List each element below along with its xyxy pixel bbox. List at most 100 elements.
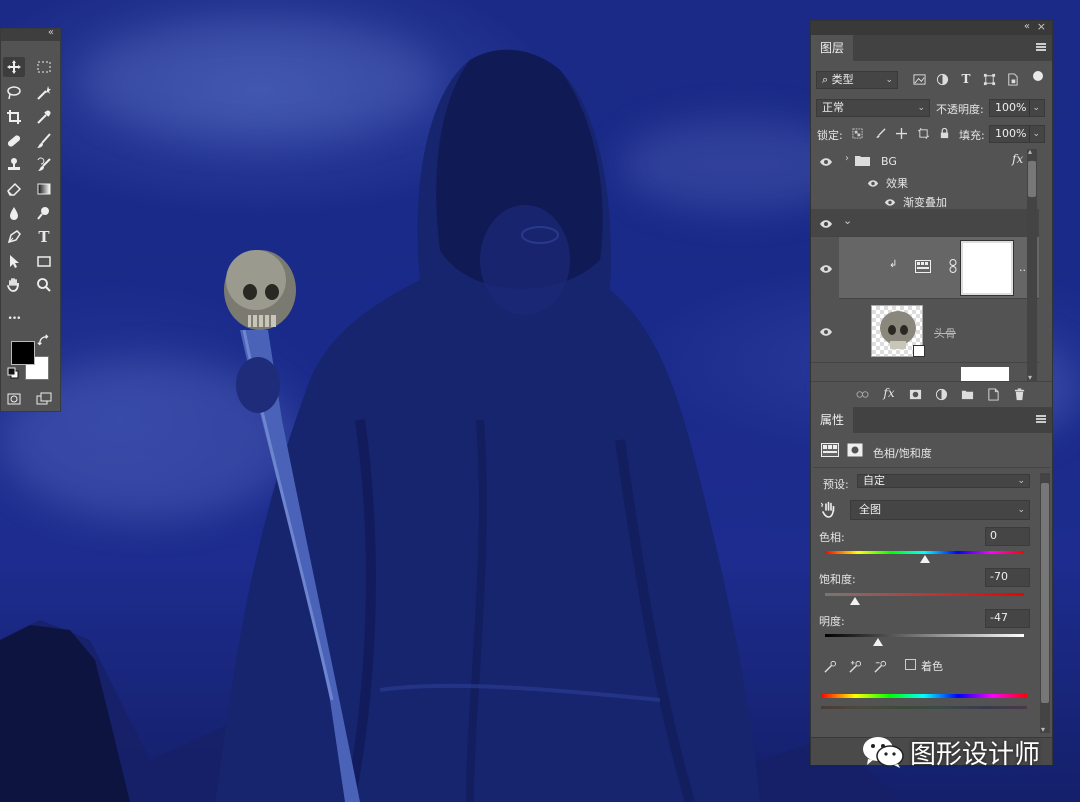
quick-mask-icon[interactable] [3, 389, 25, 409]
properties-panel-menu-icon[interactable] [1036, 415, 1046, 423]
lock-artboard-icon[interactable] [917, 127, 929, 139]
add-layer-style-icon[interactable]: fx [882, 386, 896, 400]
hue-field[interactable]: 0 [985, 527, 1030, 546]
lightness-field[interactable]: -47 [985, 609, 1030, 628]
layer-row-bg[interactable]: › BG fx 效果 渐变叠加 [811, 149, 1039, 209]
layer-row-hue-saturation[interactable]: ↲ ... [811, 237, 1039, 299]
preset-select[interactable]: 自定 ⌄ [857, 474, 1030, 488]
saturation-slider[interactable] [825, 593, 1024, 596]
delete-layer-icon[interactable] [1012, 387, 1026, 401]
filter-kind-select[interactable]: ⌕ 类型 ⌄ [816, 71, 898, 89]
path-selection-tool-icon[interactable] [3, 251, 25, 271]
collapse-chevron-icon[interactable]: ⌄ [843, 214, 852, 227]
blur-tool-icon[interactable] [3, 203, 25, 223]
foreground-color-swatch[interactable] [11, 341, 35, 365]
filter-smart-object-icon[interactable] [1005, 72, 1019, 86]
properties-scrollbar-thumb[interactable] [1041, 483, 1049, 703]
effects-visibility-eye-icon[interactable] [867, 177, 881, 187]
pen-tool-icon[interactable] [3, 227, 25, 247]
dock-collapse-icon[interactable]: « [1024, 21, 1030, 32]
layer-row-skull[interactable]: 头骨 [811, 299, 1039, 363]
zoom-tool-icon[interactable] [33, 275, 55, 295]
lock-position-icon[interactable] [895, 127, 907, 139]
add-mask-icon[interactable] [908, 387, 922, 401]
gradient-overlay-effect[interactable]: 渐变叠加 [903, 194, 947, 210]
hue-slider-thumb[interactable] [919, 555, 930, 563]
layer-row-group[interactable]: ⌄ [811, 209, 1039, 237]
link-layers-icon[interactable] [855, 387, 869, 401]
visibility-eye-icon[interactable] [819, 156, 833, 166]
right-panel-dock: « × 图层 ⌕ 类型 ⌄ T 正常 ⌄ 不透明度: 100% ⌄ 锁定: 填充: 1… [810, 20, 1053, 765]
screen-mode-icon[interactable] [33, 389, 55, 409]
eyedropper-tool-icon[interactable] [33, 107, 55, 127]
tab-layers[interactable]: 图层 [811, 35, 854, 61]
filter-adjustment-icon[interactable] [935, 72, 949, 86]
crop-tool-icon[interactable] [3, 107, 25, 127]
filter-toggle-switch[interactable] [1033, 71, 1043, 81]
fill-field[interactable]: 100% ⌄ [989, 125, 1045, 143]
visibility-eye-icon[interactable] [819, 218, 833, 228]
eyedropper-row: 着色 [811, 657, 1052, 677]
default-colors-icon[interactable] [7, 367, 19, 379]
eraser-tool-icon[interactable] [3, 179, 25, 199]
rectangle-tool-icon[interactable] [33, 251, 55, 271]
history-brush-tool-icon[interactable] [33, 155, 55, 175]
layers-tabbar: 图层 [811, 35, 1052, 61]
expand-chevron-icon[interactable]: › [845, 153, 849, 164]
saturation-slider-thumb[interactable] [849, 597, 860, 605]
tab-properties[interactable]: 属性 [811, 407, 854, 433]
properties-scrollbar[interactable]: ▾ [1040, 473, 1050, 734]
smart-object-badge-icon [913, 345, 925, 357]
lasso-tool-icon[interactable] [3, 83, 25, 103]
visibility-eye-icon[interactable] [819, 263, 833, 273]
filter-pixel-icon[interactable] [912, 72, 926, 86]
subtract-from-sample-eyedropper-icon[interactable] [873, 659, 887, 673]
watermark: 图形设计师 [862, 730, 1040, 774]
hand-tool-icon[interactable] [3, 275, 25, 295]
healing-brush-tool-icon[interactable] [3, 131, 25, 151]
lock-transparent-icon[interactable] [851, 127, 863, 139]
targeted-adjustment-hand-icon[interactable] [820, 501, 837, 519]
colorize-checkbox[interactable] [905, 659, 916, 670]
hue-saturation-adjustment-icon[interactable] [821, 443, 839, 457]
new-group-icon[interactable] [960, 387, 974, 401]
visibility-eye-icon[interactable] [819, 326, 833, 336]
add-to-sample-eyedropper-icon[interactable] [848, 659, 862, 673]
swap-colors-icon[interactable] [37, 334, 51, 347]
new-adjustment-layer-icon[interactable] [934, 387, 948, 401]
marquee-tool-icon[interactable] [33, 57, 55, 77]
lightness-slider-thumb[interactable] [872, 638, 883, 646]
gradient-tool-icon[interactable] [33, 179, 55, 199]
effect-visibility-eye-icon[interactable] [884, 196, 898, 206]
layers-scrollbar-thumb[interactable] [1028, 161, 1036, 197]
type-tool-icon[interactable]: T [33, 227, 55, 247]
move-tool-icon[interactable] [3, 57, 25, 77]
link-chain-icon[interactable] [949, 259, 957, 273]
opacity-field[interactable]: 100% ⌄ [989, 99, 1045, 117]
lock-pixels-icon[interactable] [874, 127, 886, 139]
magic-wand-tool-icon[interactable] [33, 83, 55, 103]
dock-header: « × [811, 20, 1052, 35]
hue-slider[interactable] [825, 551, 1024, 554]
lightness-slider[interactable] [825, 634, 1024, 637]
eyedropper-icon[interactable] [823, 659, 837, 673]
dock-close-icon[interactable]: × [1037, 20, 1046, 33]
brush-tool-icon[interactable] [33, 131, 55, 151]
layer-mask-thumbnail[interactable] [960, 240, 1014, 296]
filter-shape-icon[interactable] [982, 72, 996, 86]
layers-scrollbar[interactable]: ▴ ▾ [1027, 149, 1037, 381]
toolbox-collapse-icon[interactable]: « [48, 27, 54, 38]
dodge-tool-icon[interactable] [33, 203, 55, 223]
toolbox-header[interactable]: « [1, 27, 60, 41]
new-layer-icon[interactable] [986, 387, 1000, 401]
fx-icon[interactable]: fx [1012, 152, 1023, 166]
mask-icon[interactable] [847, 443, 863, 457]
range-select[interactable]: 全图 ⌄ [850, 500, 1030, 520]
saturation-field[interactable]: -70 [985, 568, 1030, 587]
lock-all-icon[interactable] [938, 127, 950, 139]
layers-panel-menu-icon[interactable] [1036, 43, 1046, 51]
more-tools-icon[interactable]: ••• [3, 309, 25, 329]
filter-type-icon[interactable]: T [959, 72, 973, 86]
blend-mode-select[interactable]: 正常 ⌄ [816, 99, 930, 117]
clone-stamp-tool-icon[interactable] [3, 155, 25, 175]
